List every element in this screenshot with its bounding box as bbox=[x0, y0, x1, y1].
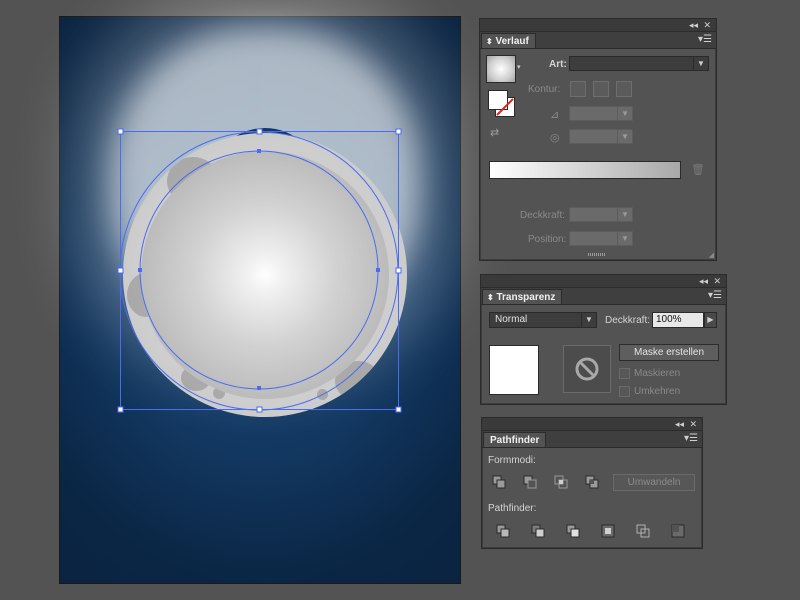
stroke-along-icon[interactable] bbox=[593, 81, 609, 97]
artboard-canvas[interactable] bbox=[60, 17, 460, 583]
collapse-icon[interactable]: ◂◂ bbox=[689, 19, 698, 31]
trash-icon[interactable]: 🗑 bbox=[691, 163, 705, 176]
minus-front-icon[interactable] bbox=[523, 475, 537, 489]
tab-arrows-icon: ⬍ bbox=[486, 37, 493, 46]
collapse-icon[interactable]: ◂◂ bbox=[675, 418, 684, 430]
clip-checkbox[interactable] bbox=[619, 368, 630, 379]
intersect-icon[interactable] bbox=[554, 475, 568, 489]
tab-label: Pathfinder bbox=[490, 435, 540, 446]
tab-label: Transparenz bbox=[496, 292, 556, 303]
resize-corner-icon[interactable]: ◢ bbox=[709, 251, 714, 259]
tab-verlauf[interactable]: ⬍ Verlauf bbox=[481, 33, 536, 48]
resize-grip[interactable] bbox=[588, 253, 606, 256]
minus-back-icon[interactable] bbox=[671, 524, 685, 538]
chevron-down-icon: ▼ bbox=[617, 130, 632, 143]
no-mask-icon bbox=[575, 357, 599, 381]
crop-icon[interactable] bbox=[601, 524, 615, 538]
stroke-label: Kontur: bbox=[528, 84, 561, 95]
panel-tabbar: ⬍ Transparenz ▾☰ bbox=[481, 288, 726, 305]
opacity-input[interactable]: 100% bbox=[652, 312, 704, 328]
chevron-down-icon: ▼ bbox=[581, 313, 596, 327]
position-label: Position: bbox=[528, 234, 567, 245]
aspect-ratio-field[interactable]: ▼ bbox=[569, 129, 633, 144]
collapse-icon[interactable]: ◂◂ bbox=[699, 275, 708, 287]
chevron-down-icon: ▼ bbox=[693, 57, 708, 70]
aspect-ratio-icon: ◎ bbox=[550, 132, 560, 144]
make-mask-button[interactable]: Maske erstellen bbox=[619, 344, 719, 361]
none-stroke-icon bbox=[496, 98, 514, 116]
unite-icon[interactable] bbox=[492, 475, 506, 489]
stroke-within-icon[interactable] bbox=[570, 81, 586, 97]
selection-overlay bbox=[117, 128, 402, 413]
panel-titlebar[interactable]: ◂◂ ✕ bbox=[481, 275, 726, 288]
trim-icon[interactable] bbox=[531, 524, 545, 538]
panel-titlebar[interactable]: ◂◂ ✕ bbox=[480, 19, 716, 32]
gradient-slider[interactable] bbox=[489, 161, 681, 179]
close-icon[interactable]: ✕ bbox=[713, 275, 721, 287]
close-icon[interactable]: ✕ bbox=[703, 19, 711, 31]
shape-modes-label: Formmodi: bbox=[488, 455, 536, 466]
outline-icon[interactable] bbox=[636, 524, 650, 538]
invert-label: Umkehren bbox=[634, 386, 681, 397]
object-thumbnail[interactable] bbox=[489, 345, 539, 395]
divide-icon[interactable] bbox=[496, 524, 510, 538]
opacity-label: Deckkraft: bbox=[520, 210, 566, 221]
tab-transparenz[interactable]: ⬍ Transparenz bbox=[482, 289, 563, 304]
panel-menu-icon[interactable]: ▾☰ bbox=[708, 290, 722, 302]
invert-checkbox[interactable] bbox=[619, 386, 630, 397]
gradient-type-select[interactable]: ▼ bbox=[569, 56, 709, 71]
expand-button[interactable]: Umwandeln bbox=[613, 474, 695, 491]
opacity-field[interactable]: ▼ bbox=[569, 207, 633, 222]
panel-titlebar[interactable]: ◂◂ ✕ bbox=[482, 418, 702, 431]
panel-tabbar: Pathfinder ▾☰ bbox=[482, 431, 702, 448]
position-field[interactable]: ▼ bbox=[569, 231, 633, 246]
reverse-gradient-icon[interactable]: ⇄ bbox=[490, 126, 499, 139]
angle-field[interactable]: ▼ bbox=[569, 106, 633, 121]
gradient-swatch[interactable] bbox=[486, 55, 516, 83]
close-icon[interactable]: ✕ bbox=[689, 418, 697, 430]
opacity-arrow-icon[interactable]: ▶ bbox=[704, 312, 717, 328]
panel-tabbar: ⬍ Verlauf ▾☰ bbox=[480, 32, 716, 49]
angle-icon: ⊿ bbox=[550, 109, 560, 121]
panel-menu-icon[interactable]: ▾☰ bbox=[684, 433, 698, 445]
merge-icon[interactable] bbox=[566, 524, 580, 538]
gradient-panel: ◂◂ ✕ ⬍ Verlauf ▾☰ ▾ ⇄ Art: ▼ Kontur: ⊿ ▼… bbox=[479, 18, 717, 261]
pathfinder-panel: ◂◂ ✕ Pathfinder ▾☰ Formmodi: Umwandeln P… bbox=[481, 417, 703, 549]
type-label: Art: bbox=[549, 59, 567, 70]
pathfinders-label: Pathfinder: bbox=[488, 503, 537, 514]
stroke-across-icon[interactable] bbox=[616, 81, 632, 97]
chevron-down-icon: ▼ bbox=[617, 208, 632, 221]
tab-label: Verlauf bbox=[495, 36, 529, 47]
opacity-label: Deckkraft: bbox=[605, 315, 651, 326]
tab-arrows-icon: ⬍ bbox=[487, 293, 494, 302]
tab-pathfinder[interactable]: Pathfinder bbox=[483, 432, 547, 447]
chevron-down-icon: ▼ bbox=[617, 232, 632, 245]
exclude-icon[interactable] bbox=[585, 475, 599, 489]
swatch-dropdown-icon[interactable]: ▾ bbox=[517, 63, 521, 71]
panel-menu-icon[interactable]: ▾☰ bbox=[698, 34, 712, 46]
blend-mode-select[interactable]: Normal ▼ bbox=[489, 312, 597, 328]
chevron-down-icon: ▼ bbox=[617, 107, 632, 120]
clip-label: Maskieren bbox=[634, 368, 681, 379]
mask-thumbnail[interactable] bbox=[563, 345, 611, 393]
transparency-panel: ◂◂ ✕ ⬍ Transparenz ▾☰ Normal ▼ Deckkraft… bbox=[480, 274, 727, 405]
